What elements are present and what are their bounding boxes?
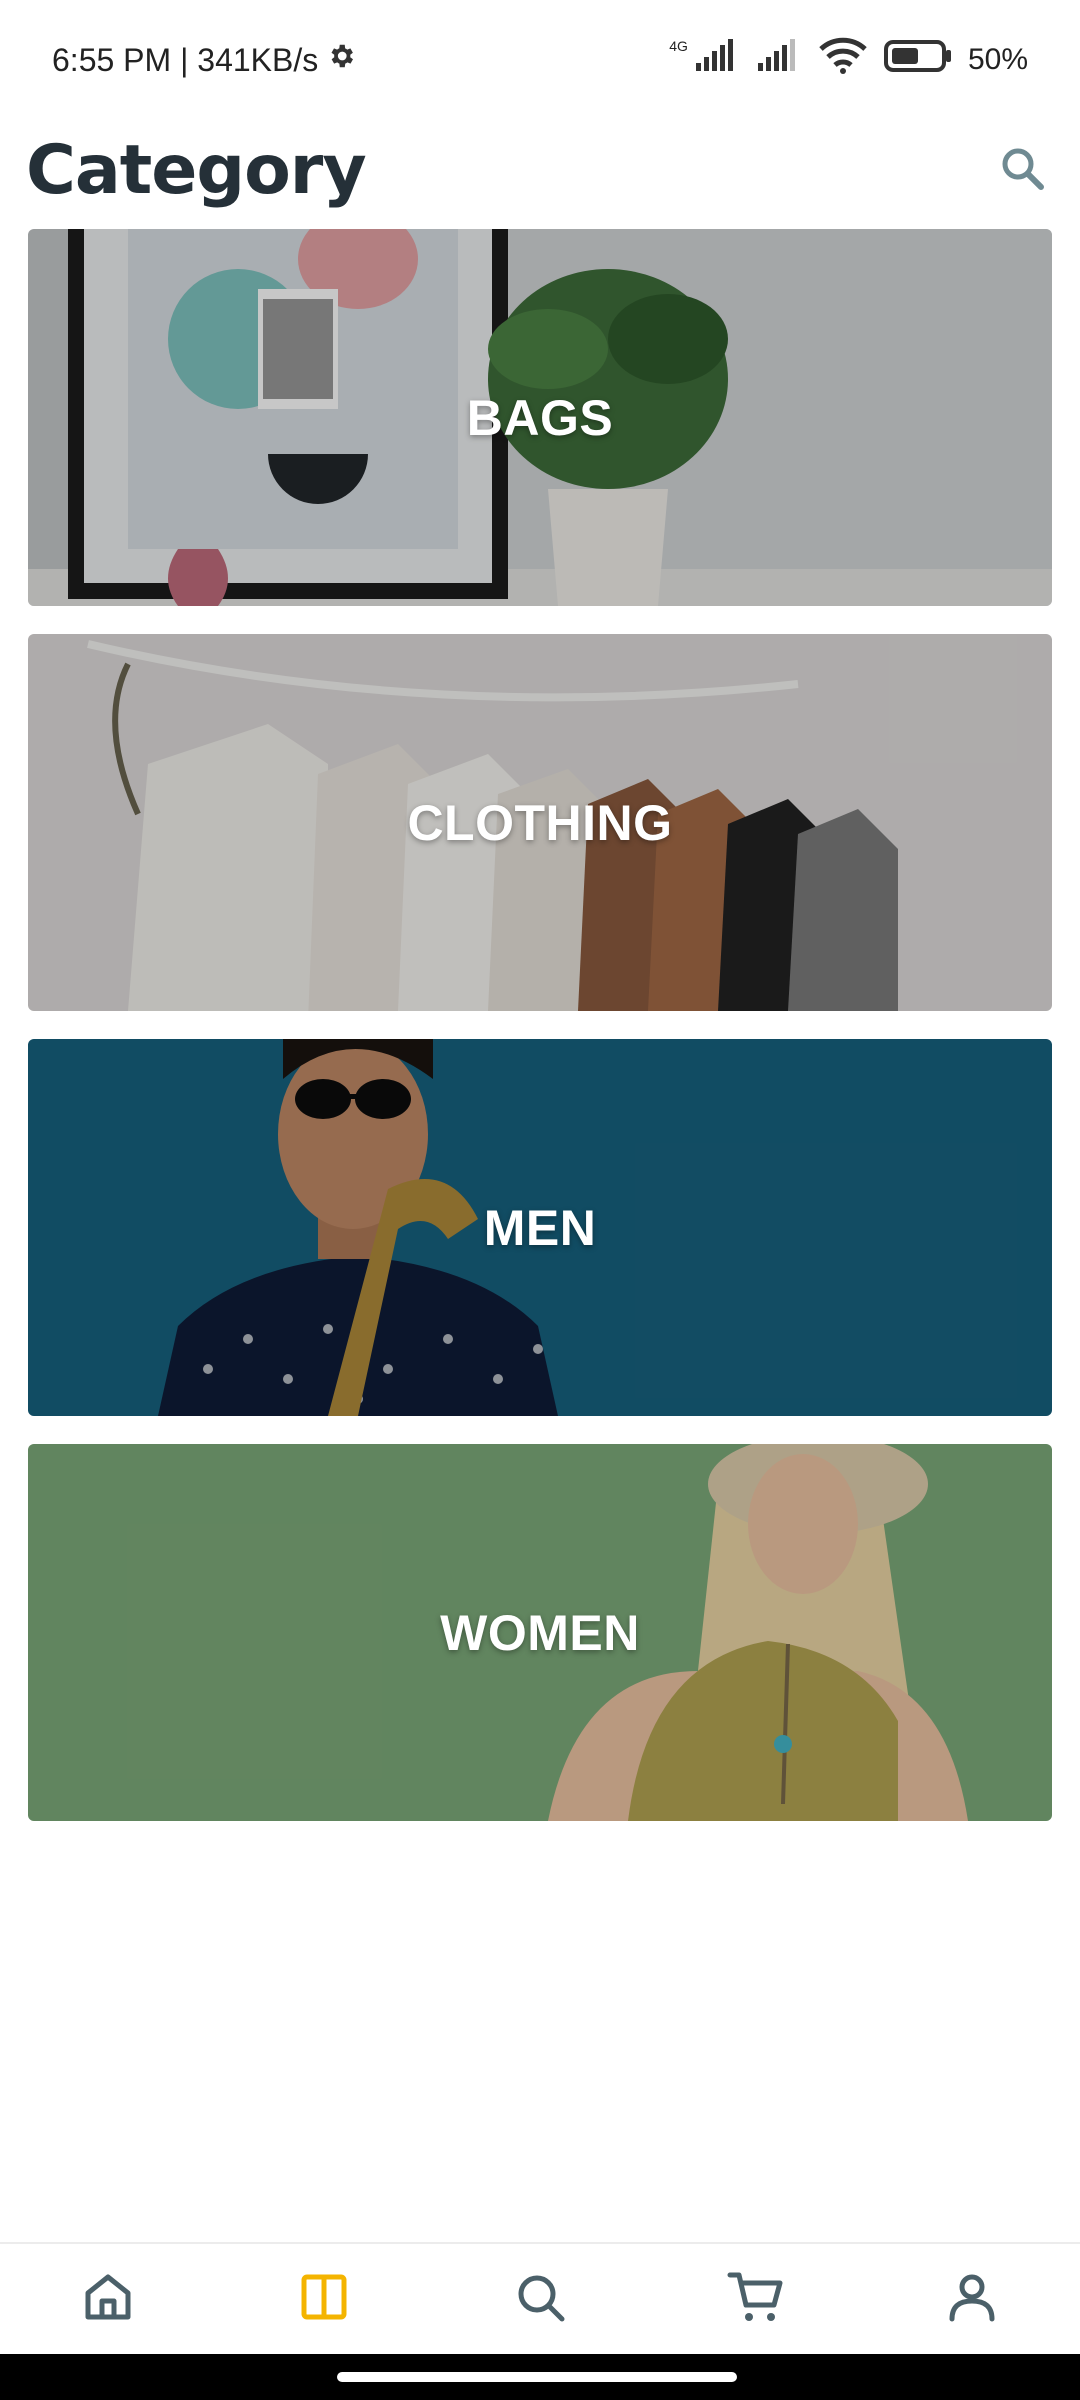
category-card-women[interactable]: WOMEN <box>28 1444 1052 1821</box>
nav-cart[interactable] <box>701 2249 811 2349</box>
page-title: Category <box>26 130 367 210</box>
category-card-men[interactable]: MEN <box>28 1039 1052 1416</box>
home-icon <box>80 2269 136 2330</box>
category-card-clothing[interactable]: CLOTHING <box>28 634 1052 1011</box>
nav-search[interactable] <box>485 2249 595 2349</box>
wifi-icon <box>818 37 868 83</box>
status-right: 4G 50% <box>669 37 1028 83</box>
signal-strength-icon <box>694 39 740 81</box>
category-list: BAGS CLOTHING MEN WOMEN <box>28 229 1052 1849</box>
settings-gear-icon <box>326 41 356 79</box>
nav-category[interactable] <box>269 2249 379 2349</box>
category-card-bags[interactable]: BAGS <box>28 229 1052 606</box>
profile-icon <box>944 2269 1000 2330</box>
search-icon <box>998 144 1046 197</box>
status-time-speed: 6:55 PM | 341KB/s <box>52 41 319 78</box>
system-gesture-bar <box>0 2354 1080 2400</box>
category-label-bags: BAGS <box>466 389 614 446</box>
category-label-women: WOMEN <box>440 1604 640 1661</box>
category-label-men: MEN <box>483 1199 597 1256</box>
network-type-label: 4G <box>669 38 688 54</box>
category-icon <box>296 2269 352 2330</box>
signal-strength-2-icon <box>756 39 802 81</box>
app-header: Category <box>0 120 1080 220</box>
header-search-button[interactable] <box>990 138 1054 202</box>
nav-home[interactable] <box>53 2249 163 2349</box>
cart-icon <box>726 2267 786 2332</box>
status-bar: 6:55 PM | 341KB/s 4G 50% <box>0 0 1080 120</box>
category-screen: 6:55 PM | 341KB/s 4G 50% Category BAGS C… <box>0 0 1080 2400</box>
search-icon <box>512 2269 568 2330</box>
battery-percent: 50% <box>967 43 1028 76</box>
nav-profile[interactable] <box>917 2249 1027 2349</box>
bottom-navigation <box>0 2242 1080 2354</box>
category-label-clothing: CLOTHING <box>407 794 673 851</box>
status-left: 6:55 PM | 341KB/s <box>52 41 356 79</box>
battery-icon <box>883 39 952 81</box>
home-gesture-handle[interactable] <box>337 2372 737 2382</box>
